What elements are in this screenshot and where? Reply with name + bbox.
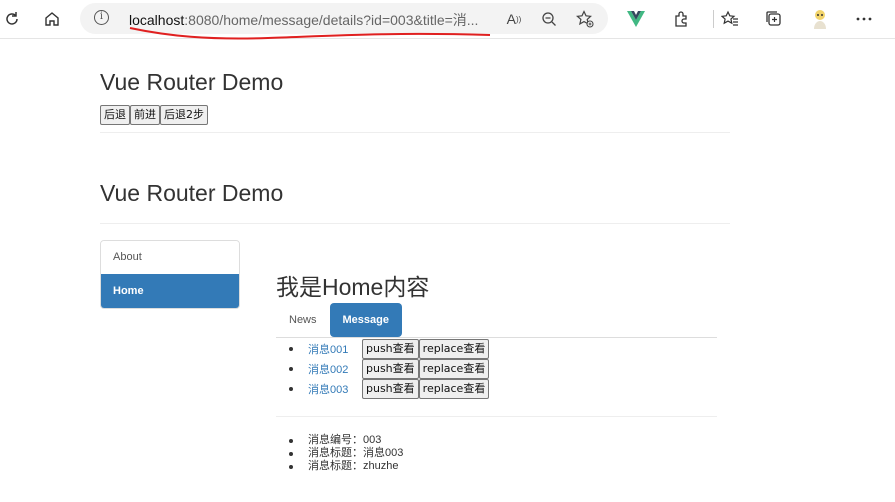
home-icon[interactable]: [40, 7, 64, 31]
divider: [100, 132, 730, 133]
page-title-2: Vue Router Demo: [100, 180, 284, 206]
zoom-out-icon[interactable]: [539, 9, 559, 29]
divider: [276, 416, 717, 417]
back-button[interactable]: 后退: [100, 105, 130, 125]
refresh-icon[interactable]: [0, 7, 24, 31]
vue-devtools-icon[interactable]: [624, 7, 648, 31]
tab-news[interactable]: News: [276, 303, 330, 337]
collections-icon[interactable]: [762, 7, 786, 31]
message-link-003[interactable]: 消息003: [308, 381, 362, 397]
favorites-icon[interactable]: [718, 7, 742, 31]
list-item: 消息002 push查看 replace查看: [288, 359, 490, 379]
tabs-divider: [276, 337, 717, 338]
more-options-icon[interactable]: [852, 7, 876, 31]
detail-title-2: 消息标题：zhuzhe: [288, 460, 403, 473]
message-list: 消息001 push查看 replace查看 消息002 push查看 repl…: [288, 339, 490, 399]
replace-view-button[interactable]: replace查看: [418, 379, 490, 399]
sidebar-nav: About Home: [100, 240, 240, 309]
toolbar-separator: [713, 10, 714, 28]
message-details: 消息编号：003 消息标题：消息003 消息标题：zhuzhe: [288, 434, 403, 473]
profile-avatar-icon[interactable]: [808, 7, 832, 31]
replace-view-button[interactable]: replace查看: [418, 339, 490, 359]
add-favorite-icon[interactable]: [575, 9, 595, 29]
list-item: 消息001 push查看 replace查看: [288, 339, 490, 359]
red-annotation-underline: [129, 27, 491, 40]
push-view-button[interactable]: push查看: [362, 359, 419, 379]
extensions-icon[interactable]: [669, 7, 693, 31]
message-link-001[interactable]: 消息001: [308, 341, 362, 357]
push-view-button[interactable]: push查看: [362, 339, 419, 359]
list-item: 消息003 push查看 replace查看: [288, 379, 490, 399]
home-content-title: 我是Home内容: [276, 274, 430, 300]
tab-message[interactable]: Message: [329, 303, 402, 337]
page-title-1: Vue Router Demo: [100, 69, 284, 95]
history-nav-buttons: 后退 前进 后退2步: [100, 105, 208, 125]
divider: [100, 223, 730, 224]
sidebar-item-about[interactable]: About: [101, 241, 239, 274]
forward-button[interactable]: 前进: [130, 105, 160, 125]
detail-id: 消息编号：003: [288, 434, 403, 447]
browser-toolbar: i localhost:8080/home/message/details?id…: [0, 0, 895, 40]
site-info-icon[interactable]: i: [94, 10, 109, 25]
message-link-002[interactable]: 消息002: [308, 361, 362, 377]
sidebar-item-home[interactable]: Home: [101, 274, 239, 308]
tabs: News Message: [276, 303, 402, 337]
push-view-button[interactable]: push查看: [362, 379, 419, 399]
replace-view-button[interactable]: replace查看: [418, 359, 490, 379]
read-aloud-icon[interactable]: A)): [504, 9, 524, 29]
detail-title: 消息标题：消息003: [288, 447, 403, 460]
back-2-steps-button[interactable]: 后退2步: [160, 105, 208, 125]
